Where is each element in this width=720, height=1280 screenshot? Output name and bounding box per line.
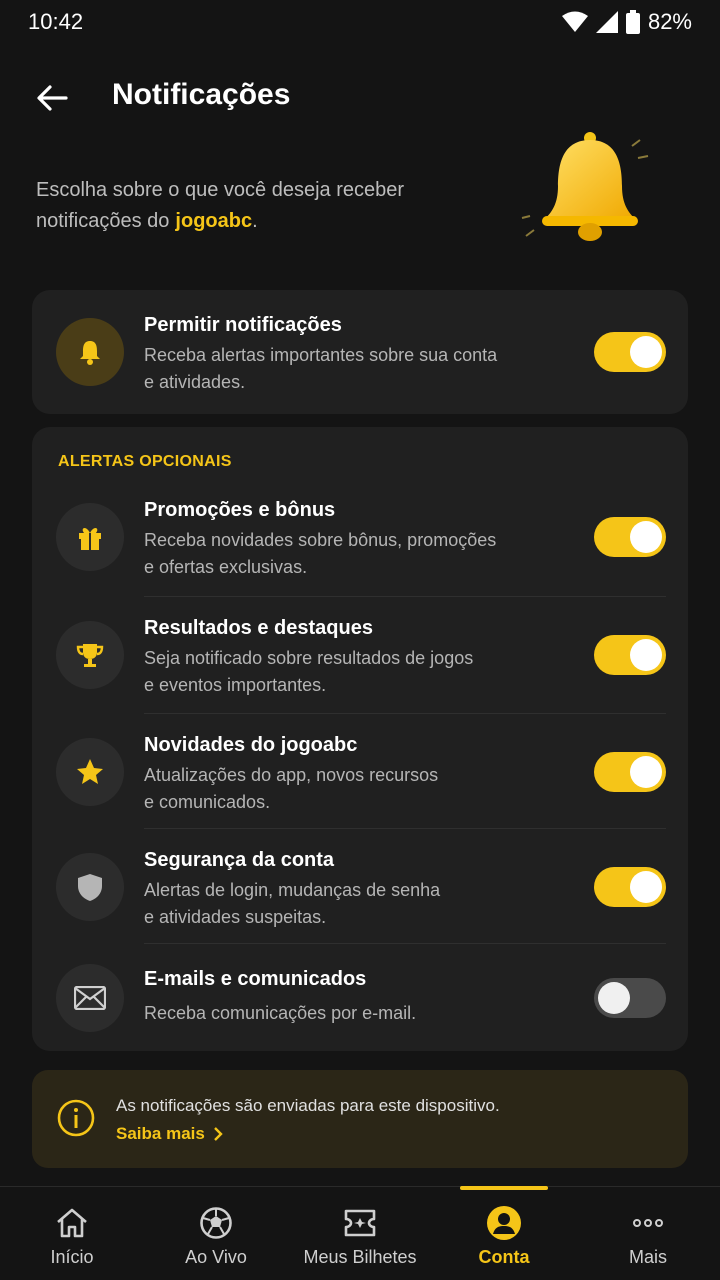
- row-desc-line1: Alertas de login, mudanças de senha: [144, 880, 441, 900]
- back-button[interactable]: [30, 76, 74, 120]
- chevron-right-icon: [213, 1127, 223, 1141]
- intro-text: Escolha sobre o que você deseja receber …: [36, 175, 476, 237]
- row-description: Receba comunicações por e-mail.: [144, 1000, 544, 1027]
- row-title: Segurança da conta: [144, 849, 335, 871]
- ticket-icon: [342, 1205, 378, 1241]
- info-icon: [57, 1099, 95, 1137]
- row-desc-line1: Receba alertas importantes sobre sua con…: [144, 345, 498, 365]
- emails-toggle[interactable]: [594, 978, 666, 1018]
- row-desc-line1: Seja notificado sobre resultados de jogo…: [144, 648, 474, 668]
- gift-icon: [56, 503, 124, 571]
- battery-level: 82%: [647, 9, 692, 34]
- battery-icon: [625, 10, 640, 34]
- row-desc-line2: e atividades suspeitas.: [144, 907, 327, 927]
- divider: [144, 943, 666, 944]
- optional-alerts-card: ALERTAS OPCIONAIS Promoções e bônus Rece…: [32, 427, 688, 1051]
- promotions-toggle[interactable]: [594, 517, 666, 557]
- shield-icon: [56, 853, 124, 921]
- bell-icon: [56, 318, 124, 386]
- allow-notifications-card: Permitir notificações Receba alertas imp…: [32, 290, 688, 414]
- divider: [144, 828, 666, 829]
- header: Notificações: [0, 60, 720, 132]
- info-box: As notificações são enviadas para este d…: [32, 1070, 688, 1168]
- toggle-knob: [630, 521, 662, 553]
- star-icon: [56, 738, 124, 806]
- row-description: Receba novidades sobre bônus, promoções …: [144, 527, 544, 581]
- alert-row-emails: E-mails e comunicados Receba comunicaçõe…: [32, 958, 688, 1051]
- nav-home[interactable]: Início: [0, 1187, 144, 1280]
- row-title: E-mails e comunicados: [144, 968, 367, 990]
- trophy-icon: [56, 621, 124, 689]
- nav-live[interactable]: Ao Vivo: [144, 1187, 288, 1280]
- results-toggle[interactable]: [594, 635, 666, 675]
- row-title: Novidades do jogoabc: [144, 734, 358, 756]
- news-toggle[interactable]: [594, 752, 666, 792]
- bell-illustration-icon: [521, 132, 649, 241]
- row-desc-line1: Atualizações do app, novos recursos: [144, 765, 439, 785]
- allow-notifications-row: Permitir notificações Receba alertas imp…: [32, 290, 688, 414]
- learn-more-link[interactable]: Saiba mais: [116, 1124, 223, 1144]
- row-description: Atualizações do app, novos recursos e co…: [144, 762, 544, 816]
- row-desc-line2: e ofertas exclusivas.: [144, 557, 308, 577]
- toggle-knob: [630, 756, 662, 788]
- info-text: As notificações são enviadas para este d…: [116, 1096, 500, 1115]
- intro-suffix: .: [252, 210, 258, 232]
- toggle-knob: [630, 639, 662, 671]
- alert-row-news: Novidades do jogoabc Atualizações do app…: [32, 728, 688, 844]
- alert-row-results: Resultados e destaques Seja notificado s…: [32, 611, 688, 729]
- home-icon: [55, 1205, 89, 1241]
- more-icon: [632, 1205, 664, 1241]
- toggle-knob: [630, 871, 662, 903]
- nav-more[interactable]: Mais: [576, 1187, 720, 1280]
- learn-more-label: Saiba mais: [116, 1124, 205, 1143]
- row-desc-line2: e comunicados.: [144, 792, 271, 812]
- row-description: Receba alertas importantes sobre sua con…: [144, 342, 544, 396]
- divider: [144, 596, 666, 597]
- row-desc-line2: e eventos importantes.: [144, 675, 327, 695]
- row-desc-line2: e atividades.: [144, 372, 246, 392]
- nav-label: Início: [50, 1247, 94, 1267]
- arrow-left-icon: [37, 85, 68, 111]
- row-description: Alertas de login, mudanças de senha e at…: [144, 877, 544, 931]
- nav-tickets[interactable]: Meus Bilhetes: [288, 1187, 432, 1280]
- alert-row-security: Segurança da conta Alertas de login, mud…: [32, 843, 688, 959]
- row-desc-line1: Receba novidades sobre bônus, promoções: [144, 530, 497, 550]
- nav-label: Mais: [628, 1247, 667, 1267]
- row-title: Promoções e bônus: [144, 499, 336, 521]
- user-icon: [486, 1205, 522, 1241]
- bottom-nav: Início Ao Vivo Meus Bilhetes Conta Mais: [0, 1186, 720, 1280]
- row-desc-line1: Receba comunicações por e-mail.: [144, 1003, 417, 1023]
- nav-label: Conta: [478, 1247, 530, 1267]
- toggle-knob: [598, 982, 630, 1014]
- toggle-knob: [630, 336, 662, 368]
- nav-label: Meus Bilhetes: [303, 1247, 417, 1267]
- status-bar: 10:42 82%: [0, 0, 720, 44]
- section-label: ALERTAS OPCIONAIS: [58, 453, 232, 470]
- soccer-ball-icon: [199, 1205, 233, 1241]
- divider: [144, 713, 666, 714]
- mail-icon: [56, 964, 124, 1032]
- allow-notifications-toggle[interactable]: [594, 332, 666, 372]
- cell-signal-icon: [595, 11, 618, 33]
- wifi-icon: [561, 11, 588, 32]
- alert-row-promotions: Promoções e bônus Receba novidades sobre…: [32, 493, 688, 611]
- brand-name: jogoabc: [175, 210, 253, 232]
- status-time: 10:42: [28, 9, 84, 34]
- row-description: Seja notificado sobre resultados de jogo…: [144, 645, 544, 699]
- row-title: Resultados e destaques: [144, 617, 373, 639]
- page-title: Notificações: [112, 78, 291, 111]
- row-title: Permitir notificações: [144, 314, 342, 336]
- security-toggle[interactable]: [594, 867, 666, 907]
- nav-label: Ao Vivo: [185, 1247, 247, 1267]
- nav-account[interactable]: Conta: [432, 1187, 576, 1280]
